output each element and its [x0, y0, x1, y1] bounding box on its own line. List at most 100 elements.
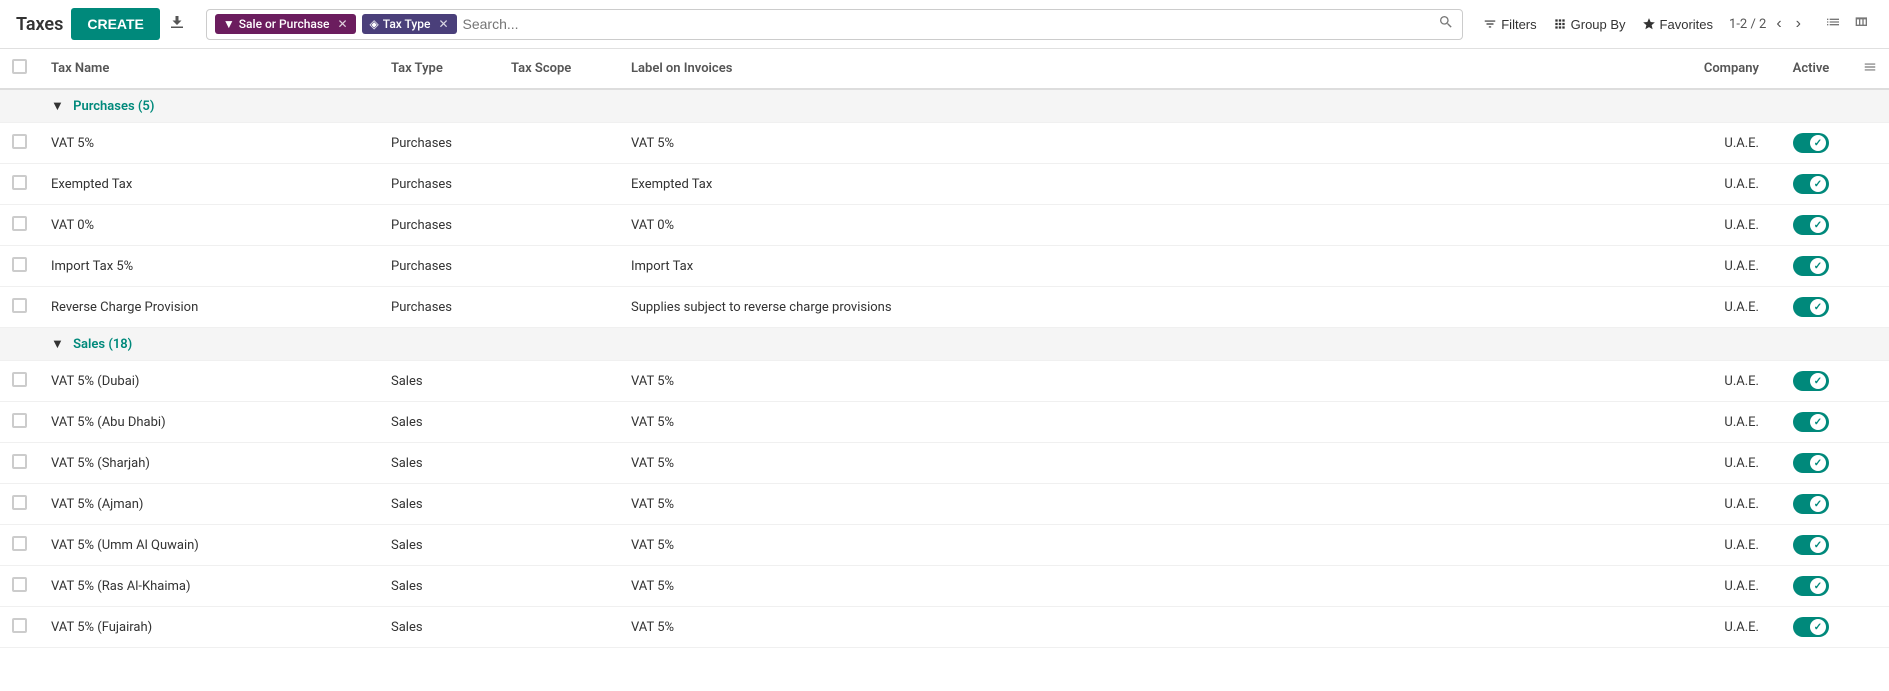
filter-tag-tax-type[interactable]: ◈ Tax Type ✕ — [362, 14, 457, 34]
toolbar-left: CREATE — [71, 8, 186, 40]
group-row-sales[interactable]: ▼ Sales (18) — [0, 328, 1889, 361]
row-tax-scope — [499, 484, 619, 525]
active-toggle[interactable] — [1793, 535, 1829, 555]
row-checkbox[interactable] — [0, 205, 39, 246]
row-tax-name: VAT 5% (Ras Al-Khaima) — [39, 566, 379, 607]
table-row[interactable]: VAT 5% (Sharjah) Sales VAT 5% U.A.E. — [0, 443, 1889, 484]
row-label-invoice: VAT 0% — [619, 205, 1651, 246]
row-company: U.A.E. — [1651, 484, 1771, 525]
groupby-label: Group By — [1571, 17, 1626, 32]
row-checkbox[interactable] — [0, 123, 39, 164]
row-tax-name: VAT 5% — [39, 123, 379, 164]
row-checkbox[interactable] — [0, 566, 39, 607]
filter-tag-sale-purchase[interactable]: ▼ Sale or Purchase ✕ — [215, 14, 356, 34]
list-view-button[interactable] — [1821, 12, 1845, 37]
pagination-prev[interactable]: ‹ — [1772, 13, 1785, 35]
row-tax-scope — [499, 402, 619, 443]
row-active-toggle[interactable] — [1771, 525, 1851, 566]
row-company: U.A.E. — [1651, 361, 1771, 402]
row-active-toggle[interactable] — [1771, 607, 1851, 648]
groupby-button[interactable]: Group By — [1553, 17, 1626, 32]
search-icon — [1438, 14, 1454, 30]
row-checkbox[interactable] — [0, 607, 39, 648]
favorites-button[interactable]: Favorites — [1642, 17, 1713, 32]
filter-sale-close[interactable]: ✕ — [337, 17, 347, 31]
active-toggle[interactable] — [1793, 297, 1829, 317]
active-toggle[interactable] — [1793, 256, 1829, 276]
header-settings[interactable] — [1851, 49, 1889, 89]
row-company: U.A.E. — [1651, 164, 1771, 205]
row-tax-type: Purchases — [379, 246, 499, 287]
table-row[interactable]: VAT 5% (Ajman) Sales VAT 5% U.A.E. — [0, 484, 1889, 525]
row-checkbox[interactable] — [0, 402, 39, 443]
row-checkbox[interactable] — [0, 164, 39, 205]
row-tax-scope — [499, 525, 619, 566]
column-view-button[interactable] — [1849, 12, 1873, 37]
active-toggle[interactable] — [1793, 215, 1829, 235]
table-row[interactable]: Import Tax 5% Purchases Import Tax U.A.E… — [0, 246, 1889, 287]
row-settings — [1851, 443, 1889, 484]
row-tax-name: VAT 5% (Fujairah) — [39, 607, 379, 648]
row-tax-name: VAT 5% (Sharjah) — [39, 443, 379, 484]
active-toggle[interactable] — [1793, 453, 1829, 473]
active-toggle[interactable] — [1793, 133, 1829, 153]
filters-button[interactable]: Filters — [1483, 17, 1536, 32]
row-active-toggle[interactable] — [1771, 402, 1851, 443]
row-company: U.A.E. — [1651, 566, 1771, 607]
row-checkbox[interactable] — [0, 525, 39, 566]
row-active-toggle[interactable] — [1771, 123, 1851, 164]
active-toggle-knob — [1810, 455, 1826, 471]
group-row-purchases[interactable]: ▼ Purchases (5) — [0, 89, 1889, 123]
table-row[interactable]: VAT 5% (Umm Al Quwain) Sales VAT 5% U.A.… — [0, 525, 1889, 566]
table-row[interactable]: VAT 5% (Ras Al-Khaima) Sales VAT 5% U.A.… — [0, 566, 1889, 607]
row-settings — [1851, 123, 1889, 164]
table-row[interactable]: VAT 5% Purchases VAT 5% U.A.E. — [0, 123, 1889, 164]
active-toggle[interactable] — [1793, 412, 1829, 432]
search-input[interactable] — [463, 16, 1433, 32]
row-checkbox[interactable] — [0, 443, 39, 484]
header-tax-name: Tax Name — [39, 49, 379, 89]
active-toggle[interactable] — [1793, 617, 1829, 637]
header-label-invoices-label: Label on Invoices — [631, 61, 732, 76]
row-checkbox[interactable] — [0, 484, 39, 525]
table-row[interactable]: VAT 0% Purchases VAT 0% U.A.E. — [0, 205, 1889, 246]
row-active-toggle[interactable] — [1771, 443, 1851, 484]
table-row[interactable]: VAT 5% (Abu Dhabi) Sales VAT 5% U.A.E. — [0, 402, 1889, 443]
row-tax-scope — [499, 443, 619, 484]
row-company: U.A.E. — [1651, 287, 1771, 328]
column-view-icon — [1853, 14, 1869, 30]
row-label-invoice: Import Tax — [619, 246, 1651, 287]
row-active-toggle[interactable] — [1771, 566, 1851, 607]
row-label-invoice: VAT 5% — [619, 361, 1651, 402]
row-active-toggle[interactable] — [1771, 246, 1851, 287]
pagination-next[interactable]: › — [1792, 13, 1805, 35]
active-toggle[interactable] — [1793, 174, 1829, 194]
row-checkbox[interactable] — [0, 246, 39, 287]
download-button[interactable] — [168, 13, 186, 36]
table-row[interactable]: VAT 5% (Dubai) Sales VAT 5% U.A.E. — [0, 361, 1889, 402]
row-active-toggle[interactable] — [1771, 205, 1851, 246]
row-tax-type: Sales — [379, 402, 499, 443]
active-toggle[interactable] — [1793, 371, 1829, 391]
filter-taxtype-close[interactable]: ✕ — [438, 17, 448, 31]
row-active-toggle[interactable] — [1771, 361, 1851, 402]
select-all-checkbox[interactable] — [12, 59, 27, 74]
row-checkbox[interactable] — [0, 287, 39, 328]
row-active-toggle[interactable] — [1771, 484, 1851, 525]
filter-sale-label: Sale or Purchase — [239, 17, 330, 31]
table-row[interactable]: Reverse Charge Provision Purchases Suppl… — [0, 287, 1889, 328]
active-toggle[interactable] — [1793, 494, 1829, 514]
active-toggle[interactable] — [1793, 576, 1829, 596]
header-tax-type-label: Tax Type — [391, 61, 443, 76]
table-row[interactable]: VAT 5% (Fujairah) Sales VAT 5% U.A.E. — [0, 607, 1889, 648]
top-bar: Taxes CREATE ▼ Sale or Purchase ✕ ◈ Tax … — [0, 0, 1889, 49]
search-button[interactable] — [1438, 14, 1454, 35]
create-button[interactable]: CREATE — [71, 8, 160, 40]
row-tax-scope — [499, 566, 619, 607]
row-active-toggle[interactable] — [1771, 164, 1851, 205]
row-active-toggle[interactable] — [1771, 287, 1851, 328]
row-checkbox[interactable] — [0, 361, 39, 402]
active-toggle-knob — [1810, 537, 1826, 553]
row-settings — [1851, 525, 1889, 566]
table-row[interactable]: Exempted Tax Purchases Exempted Tax U.A.… — [0, 164, 1889, 205]
